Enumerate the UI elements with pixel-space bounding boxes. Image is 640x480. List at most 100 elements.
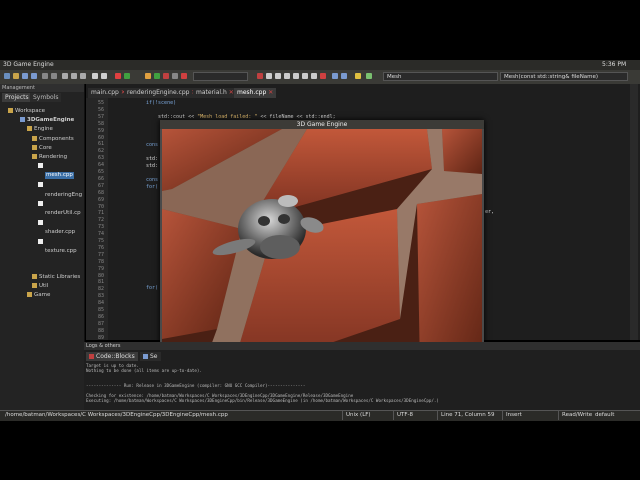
tree-file-icon-renderutil <box>38 201 45 208</box>
build-target-icon[interactable] <box>172 73 178 79</box>
tree-file-icon-texture <box>38 239 45 246</box>
line-number: 55 <box>97 100 104 106</box>
code-line: er, <box>485 209 495 215</box>
next-line-icon[interactable] <box>275 73 281 79</box>
run-icon[interactable] <box>124 73 130 79</box>
tab-codeblocks[interactable]: Code::Blocks <box>86 352 138 361</box>
tree-folder-util[interactable]: Util <box>32 283 48 290</box>
folder-icon <box>27 292 32 297</box>
tree-folder-core[interactable]: Core <box>32 145 52 152</box>
step-into-icon[interactable] <box>284 73 290 79</box>
project-icon <box>20 117 25 122</box>
line-number: 77 <box>97 251 104 258</box>
logs-header: Logs & others <box>84 342 640 350</box>
tab-search-results[interactable]: Se <box>140 352 161 361</box>
line-number: 71 <box>97 210 104 217</box>
tree-folder-game[interactable]: Game <box>27 292 50 299</box>
editor-tab-renderingengine[interactable]: renderingEngine.cpp✕ <box>124 88 200 98</box>
editor-tab-main[interactable]: main.cpp✕ <box>88 88 129 98</box>
line-number: 83 <box>97 293 104 300</box>
code-line: cons <box>146 177 159 183</box>
step-out-icon[interactable] <box>293 73 299 79</box>
step-into-instruction-icon[interactable] <box>311 73 317 79</box>
save-all-icon[interactable] <box>31 73 37 79</box>
code-line: std: <box>146 156 159 162</box>
line-number: 84 <box>97 300 104 307</box>
replace-icon[interactable] <box>101 73 107 79</box>
run-to-cursor-icon[interactable] <box>266 73 272 79</box>
game-viewport[interactable] <box>162 129 482 370</box>
highlight-icon[interactable] <box>355 73 361 79</box>
line-number: 67 <box>97 182 104 189</box>
line-number: 66 <box>97 175 104 182</box>
abort-icon[interactable] <box>163 73 169 79</box>
various-info-icon[interactable] <box>341 73 347 79</box>
debug-windows-icon[interactable] <box>332 73 338 79</box>
tree-file-texture[interactable]: texture.cpp <box>45 248 77 255</box>
window-title: 3D Game Engine <box>3 61 54 68</box>
next-instruction-icon[interactable] <box>302 73 308 79</box>
redo-icon[interactable] <box>51 73 57 79</box>
status-position: Line 71, Column 59 <box>437 410 495 420</box>
build-icon[interactable] <box>115 73 121 79</box>
tree-folder-static-libraries[interactable]: Static Libraries <box>32 274 80 281</box>
undo-icon[interactable] <box>42 73 48 79</box>
tree-file-renderingengine[interactable]: renderingEng <box>45 192 82 199</box>
file-icon <box>38 239 43 244</box>
tree-label: Core <box>39 145 52 151</box>
save-icon[interactable] <box>22 73 28 79</box>
close-icon[interactable]: ✕ <box>268 89 273 96</box>
paste-icon[interactable] <box>80 73 86 79</box>
build-run-icon[interactable] <box>145 73 151 79</box>
tree-project-3dgameengine[interactable]: 3DGameEngine <box>20 117 74 124</box>
tab-label: Code::Blocks <box>96 353 135 360</box>
tab-symbols[interactable]: Symbols <box>30 93 62 102</box>
line-number: 85 <box>97 307 104 313</box>
cut-icon[interactable] <box>62 73 68 79</box>
line-number: 58 <box>97 120 104 127</box>
line-number: 57 <box>97 113 104 120</box>
tree-folder-engine[interactable]: Engine <box>27 126 53 133</box>
editor-scrollbar[interactable] <box>630 84 638 340</box>
find-icon[interactable] <box>92 73 98 79</box>
tree-file-icon-mesh <box>38 163 45 170</box>
codeblocks-icon <box>89 354 94 359</box>
line-number: 75 <box>97 238 104 244</box>
tree-file-icon-shader <box>38 220 45 227</box>
workspace-icon <box>8 108 13 113</box>
jump-icon[interactable] <box>366 73 372 79</box>
debug-icon[interactable] <box>257 73 263 79</box>
log-line: -------------- Run: Release in 3DGameEng… <box>86 383 306 388</box>
build-target-select[interactable] <box>193 72 248 81</box>
tree-file-shader[interactable]: shader.cpp <box>45 229 75 236</box>
tree-workspace[interactable]: Workspace <box>8 108 45 115</box>
folder-icon <box>27 126 32 131</box>
status-access: Read/Write <box>558 410 592 420</box>
rebuild-icon[interactable] <box>154 73 160 79</box>
tree-label: Util <box>39 283 49 289</box>
tab-projects[interactable]: Projects <box>2 93 32 102</box>
tree-file-renderutil[interactable]: renderUtil.cp <box>45 210 81 217</box>
stop-icon[interactable] <box>181 73 187 79</box>
scope-select[interactable]: Mesh <box>383 72 498 81</box>
os-top-bar <box>0 60 640 70</box>
new-file-icon[interactable] <box>4 73 10 79</box>
line-number: 72 <box>97 217 104 224</box>
editor-tab-material[interactable]: material.h ✕ <box>193 88 237 98</box>
copy-icon[interactable] <box>71 73 77 79</box>
tree-file-mesh-cpp[interactable]: mesh.cpp <box>45 172 74 179</box>
editor-tab-mesh[interactable]: mesh.cpp ✕ <box>234 88 277 98</box>
line-number: 78 <box>97 258 104 265</box>
stop-debugger-icon[interactable] <box>320 73 326 79</box>
function-select[interactable]: Mesh(const std::string& fileName) <box>500 72 628 81</box>
line-number: 87 <box>97 320 104 327</box>
folder-icon <box>32 283 37 288</box>
file-icon <box>38 163 43 168</box>
tree-folder-components[interactable]: Components <box>32 136 74 143</box>
line-number: 65 <box>97 169 104 175</box>
line-number: 64 <box>97 162 104 169</box>
tree-folder-rendering[interactable]: Rendering <box>32 154 67 161</box>
status-mode: Insert <box>502 410 522 420</box>
code-line: for( <box>146 285 159 291</box>
open-folder-icon[interactable] <box>13 73 19 79</box>
